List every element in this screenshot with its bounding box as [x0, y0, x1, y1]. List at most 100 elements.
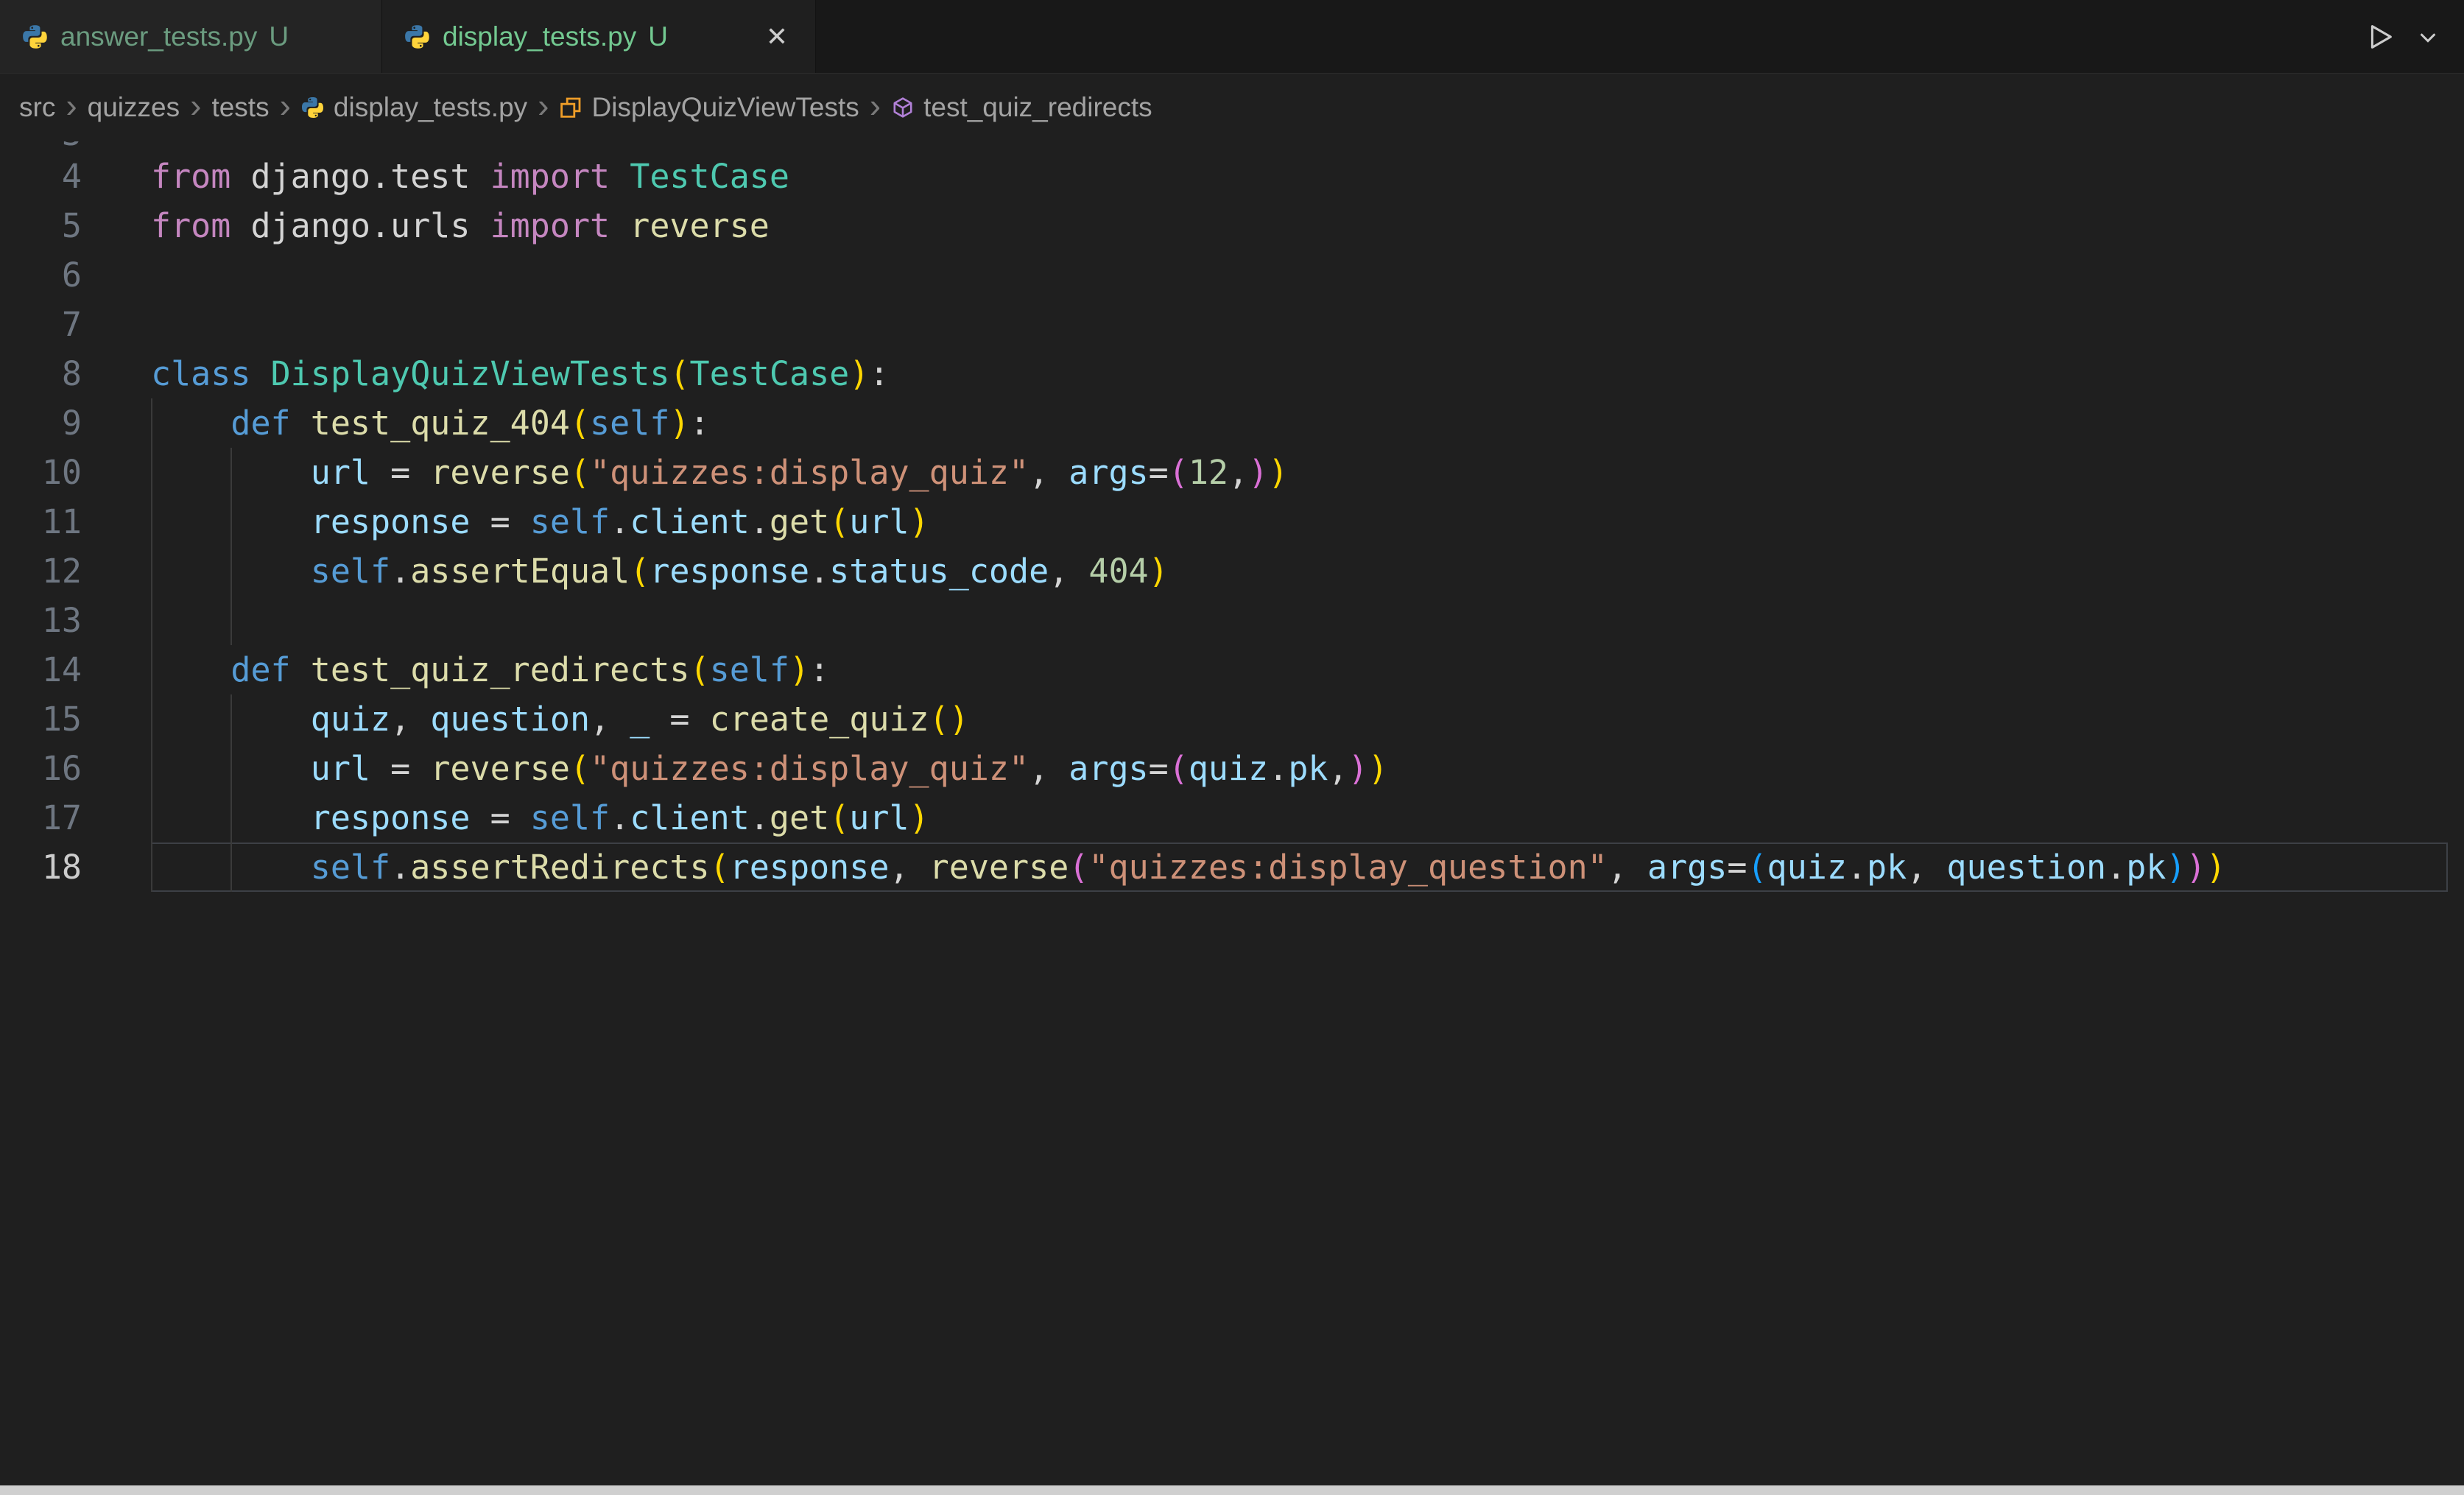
- play-icon: [2362, 20, 2396, 54]
- line-number[interactable]: 13: [0, 596, 151, 645]
- code-line-16[interactable]: 16 url = reverse("quizzes:display_quiz",…: [0, 744, 2464, 793]
- symbol-class-icon: [559, 96, 582, 119]
- code-line-17[interactable]: 17 response = self.client.get(url): [0, 793, 2464, 843]
- code-line-content[interactable]: [151, 250, 2448, 300]
- chevron-right-icon: ›: [66, 85, 77, 125]
- breadcrumb-item-displayquizviewtests[interactable]: DisplayQuizViewTests: [559, 92, 859, 123]
- breadcrumb-label: src: [19, 92, 55, 123]
- code-line-content[interactable]: [151, 300, 2448, 349]
- line-number[interactable]: 9: [0, 398, 151, 448]
- line-number[interactable]: 18: [0, 843, 151, 892]
- git-status-badge: U: [648, 21, 668, 52]
- chevron-right-icon: ›: [538, 85, 549, 125]
- breadcrumb-label: test_quiz_redirects: [923, 92, 1152, 123]
- indent-guide: [151, 744, 152, 793]
- breadcrumb-item-test-quiz-redirects[interactable]: test_quiz_redirects: [891, 92, 1152, 123]
- indent-guide: [230, 793, 232, 843]
- code-line-12[interactable]: 12 self.assertEqual(response.status_code…: [0, 546, 2464, 596]
- code-line-4[interactable]: 4from django.test import TestCase: [0, 152, 2464, 201]
- indent-guide: [230, 694, 232, 744]
- line-number[interactable]: 14: [0, 645, 151, 694]
- close-icon[interactable]: ✕: [761, 21, 793, 53]
- code-line-7[interactable]: 7: [0, 300, 2464, 349]
- indent-guide: [151, 645, 152, 694]
- breadcrumb-item-src[interactable]: src: [19, 92, 55, 123]
- code-line-content[interactable]: self.assertEqual(response.status_code, 4…: [151, 546, 2448, 596]
- code-line-content[interactable]: class DisplayQuizViewTests(TestCase):: [151, 349, 2448, 398]
- breadcrumb-label: display_tests.py: [334, 92, 527, 123]
- code-line-13[interactable]: 13: [0, 596, 2464, 645]
- python-icon: [301, 96, 325, 119]
- line-number[interactable]: 7: [0, 300, 151, 349]
- code-line-content[interactable]: response = self.client.get(url): [151, 793, 2448, 843]
- code-line-10[interactable]: 10 url = reverse("quizzes:display_quiz",…: [0, 448, 2464, 497]
- symbol-method-icon: [891, 96, 915, 119]
- line-number[interactable]: 17: [0, 793, 151, 843]
- line-number[interactable]: 10: [0, 448, 151, 497]
- code-line-content[interactable]: quiz, question, _ = create_quiz(): [151, 694, 2448, 744]
- indent-guide: [151, 843, 152, 892]
- chevron-right-icon: ›: [190, 85, 201, 125]
- breadcrumb-item-tests[interactable]: tests: [211, 92, 269, 123]
- breadcrumb-item-display-tests-py[interactable]: display_tests.py: [301, 92, 527, 123]
- code-editor[interactable]: 34from django.test import TestCase5from …: [0, 141, 2464, 892]
- tab-display-tests[interactable]: display_tests.py U ✕: [382, 0, 816, 73]
- python-icon: [22, 24, 49, 50]
- code-line-5[interactable]: 5from django.urls import reverse: [0, 201, 2464, 250]
- code-line-partial[interactable]: 3: [0, 141, 2464, 152]
- line-number[interactable]: 3: [0, 141, 151, 152]
- breadcrumb-item-quizzes[interactable]: quizzes: [88, 92, 180, 123]
- breadcrumb-label: DisplayQuizViewTests: [591, 92, 859, 123]
- indent-guide: [230, 497, 232, 546]
- run-python-file-button[interactable]: [2362, 20, 2396, 54]
- chevron-right-icon: ›: [870, 85, 881, 125]
- line-number[interactable]: 5: [0, 201, 151, 250]
- code-line-9[interactable]: 9 def test_quiz_404(self):: [0, 398, 2464, 448]
- indent-guide: [151, 694, 152, 744]
- code-line-18[interactable]: 18 self.assertRedirects(response, revers…: [0, 843, 2464, 892]
- python-icon: [404, 24, 431, 50]
- indent-guide: [230, 448, 232, 497]
- indent-guide: [151, 596, 152, 645]
- indent-guide: [151, 398, 152, 448]
- line-number[interactable]: 11: [0, 497, 151, 546]
- code-line-6[interactable]: 6: [0, 250, 2464, 300]
- line-number[interactable]: 16: [0, 744, 151, 793]
- indent-guide: [151, 546, 152, 596]
- indent-guide: [230, 744, 232, 793]
- code-line-content[interactable]: [151, 596, 2448, 645]
- code-line-content[interactable]: self.assertRedirects(response, reverse("…: [151, 843, 2448, 892]
- code-line-15[interactable]: 15 quiz, question, _ = create_quiz(): [0, 694, 2464, 744]
- code-line-8[interactable]: 8class DisplayQuizViewTests(TestCase):: [0, 349, 2464, 398]
- run-dropdown-button[interactable]: [2417, 26, 2439, 48]
- breadcrumb: src › quizzes › tests › display_tests.py › Dis…: [0, 74, 2464, 141]
- screen-bottom-strip: [0, 1485, 2464, 1495]
- indent-guide: [151, 448, 152, 497]
- code-line-11[interactable]: 11 response = self.client.get(url): [0, 497, 2464, 546]
- code-line-14[interactable]: 14 def test_quiz_redirects(self):: [0, 645, 2464, 694]
- chevron-right-icon: ›: [280, 85, 291, 125]
- line-number[interactable]: 6: [0, 250, 151, 300]
- line-number[interactable]: 15: [0, 694, 151, 744]
- tab-label: display_tests.py: [443, 21, 636, 52]
- indent-guide: [230, 596, 232, 645]
- indent-guide: [230, 546, 232, 596]
- breadcrumb-label: quizzes: [88, 92, 180, 123]
- indent-guide: [151, 497, 152, 546]
- line-number[interactable]: 12: [0, 546, 151, 596]
- tab-answer-tests[interactable]: answer_tests.py U: [0, 0, 382, 73]
- code-line-content[interactable]: from django.urls import reverse: [151, 201, 2448, 250]
- code-line-content[interactable]: def test_quiz_404(self):: [151, 398, 2448, 448]
- git-status-badge: U: [269, 21, 289, 52]
- indent-guide: [151, 793, 152, 843]
- code-line-content[interactable]: response = self.client.get(url): [151, 497, 2448, 546]
- code-line-content[interactable]: url = reverse("quizzes:display_quiz", ar…: [151, 744, 2448, 793]
- line-number[interactable]: 4: [0, 152, 151, 201]
- tab-bar: answer_tests.py U display_tests.py U ✕: [0, 0, 2464, 74]
- code-line-content[interactable]: from django.test import TestCase: [151, 152, 2448, 201]
- code-line-content[interactable]: def test_quiz_redirects(self):: [151, 645, 2448, 694]
- code-line-content[interactable]: url = reverse("quizzes:display_quiz", ar…: [151, 448, 2448, 497]
- editor-actions: [2362, 0, 2464, 73]
- line-number[interactable]: 8: [0, 349, 151, 398]
- chevron-down-icon: [2417, 26, 2439, 48]
